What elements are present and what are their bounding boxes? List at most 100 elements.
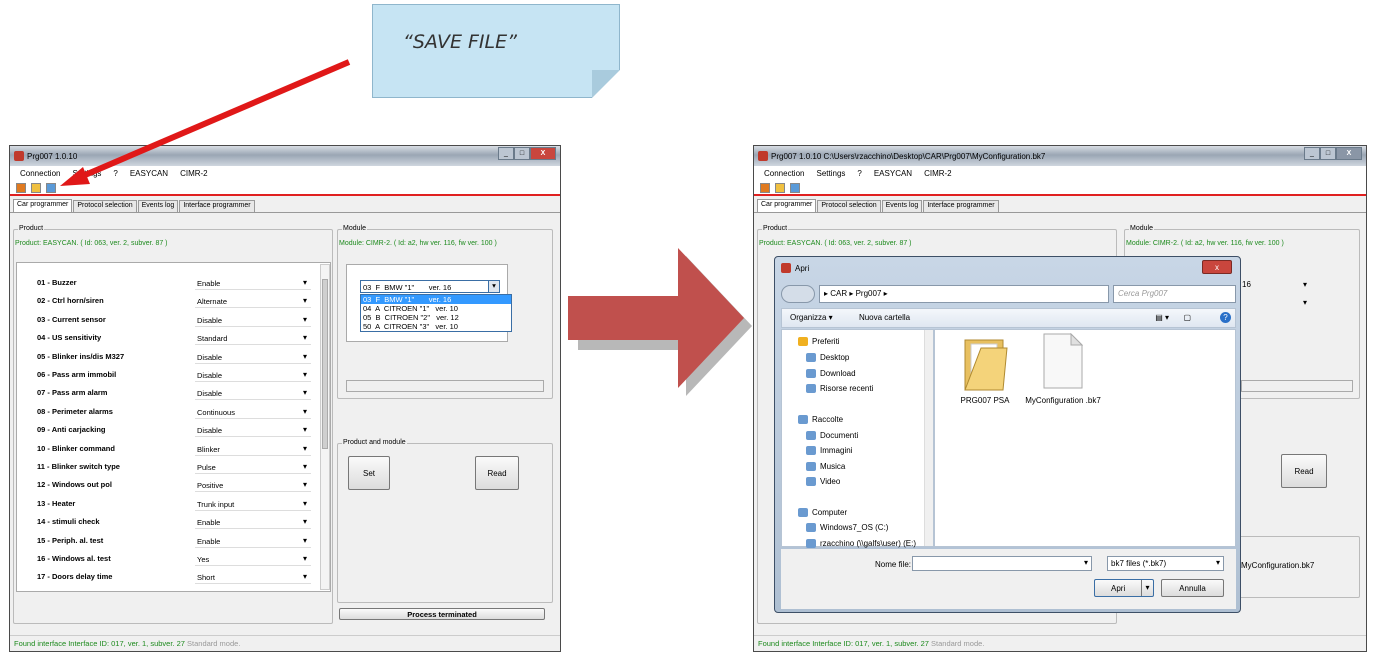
view-options-icon[interactable]: ▤ ▾	[1155, 313, 1169, 322]
nav-item-1[interactable]: Desktop	[806, 352, 936, 364]
file-item[interactable]: MyConfiguration .bk7	[1023, 330, 1103, 430]
param-select[interactable]: Short	[195, 571, 311, 585]
param-select[interactable]: Continuous	[195, 405, 311, 419]
vehicle-dropdown-icon[interactable]: ▾	[1303, 280, 1307, 289]
close-icon[interactable]: X	[530, 147, 556, 160]
save-file-icon[interactable]	[790, 182, 800, 193]
new-folder-button[interactable]: Nuova cartella	[859, 313, 910, 322]
menu-item[interactable]: Settings	[816, 169, 845, 178]
params-list: 01 - Buzzer Enable 02 - Ctrl horn/siren Alt…	[16, 262, 331, 592]
back-forward-icon[interactable]	[781, 285, 815, 303]
param-select[interactable]: Pulse	[195, 461, 311, 474]
nav-item-5[interactable]: Documenti	[806, 430, 936, 442]
open-file-icon[interactable]	[775, 182, 785, 193]
menu-item[interactable]: ?	[113, 169, 117, 178]
path-breadcrumb[interactable]: ▸ CAR ▸ Prg007 ▸	[819, 285, 1109, 303]
params-scrollbar[interactable]	[320, 264, 330, 590]
set-button[interactable]: Set	[348, 456, 390, 490]
param-select[interactable]: Disable	[195, 369, 311, 382]
minimize-icon[interactable]: _	[498, 147, 514, 160]
menu-item[interactable]: Connection	[20, 169, 60, 178]
dialog-app-icon	[781, 263, 791, 273]
param-row: 01 - Buzzer Enable	[17, 275, 317, 291]
vehicle-option[interactable]: 05 B CITROEN "2" ver. 12	[361, 313, 511, 322]
maximize-icon[interactable]: □	[514, 147, 530, 160]
callout-fold	[592, 70, 620, 98]
param-select[interactable]: Enable	[195, 516, 311, 530]
open-button[interactable]: Apri ▾	[1094, 579, 1154, 597]
save-file-icon[interactable]	[46, 182, 56, 193]
connect-icon[interactable]	[16, 182, 26, 193]
connect-icon[interactable]	[760, 182, 770, 193]
param-select[interactable]: Disable	[195, 387, 311, 401]
nav-item-8[interactable]: Video	[806, 476, 936, 488]
vehicle-dropdown-icon[interactable]: ▾	[488, 281, 499, 292]
param-select[interactable]: Enable	[195, 534, 311, 548]
param-select[interactable]: Positive	[195, 479, 311, 493]
menu-item[interactable]: EASYCAN	[130, 169, 168, 178]
param-select[interactable]: Disable	[195, 350, 311, 364]
vehicle-option[interactable]: 50 A CITROEN "3" ver. 10	[361, 322, 511, 331]
vehicle-select[interactable]: 03 F BMW "1" ver. 16 ▾	[360, 280, 500, 293]
tab-2[interactable]: Events log	[137, 200, 179, 212]
help-icon[interactable]: ?	[1220, 312, 1231, 323]
param-select[interactable]: Disable	[195, 424, 311, 438]
param-select[interactable]: Blinker	[195, 442, 311, 456]
close-icon[interactable]: x	[1202, 260, 1232, 274]
menu-item[interactable]: CIMR-2	[180, 169, 208, 178]
filename-input[interactable]	[912, 556, 1092, 571]
nav-item-9[interactable]: Computer	[798, 507, 928, 519]
nav-label: Immagini	[820, 446, 853, 455]
nav-item-2[interactable]: Download	[806, 368, 936, 380]
param-select[interactable]: Enable	[195, 277, 311, 290]
param-select[interactable]: Trunk input	[195, 497, 311, 511]
tab-0[interactable]: Car programmer	[13, 199, 73, 212]
param-select[interactable]: Yes	[195, 553, 311, 566]
nav-item-7[interactable]: Musica	[806, 461, 936, 473]
menu-item[interactable]: Connection	[764, 169, 804, 178]
close-icon[interactable]: X	[1336, 147, 1362, 160]
nav-item-6[interactable]: Immagini	[806, 445, 936, 457]
tab-1[interactable]: Protocol selection	[73, 200, 137, 212]
product-group-title: Product	[18, 225, 45, 232]
nav-item-4[interactable]: Raccolte	[798, 414, 928, 426]
tab-2[interactable]: Events log	[881, 200, 923, 212]
param-select[interactable]: Disable	[195, 313, 311, 327]
left-status-bar: Found interface Interface ID: 017, ver. …	[10, 635, 560, 651]
tab-3[interactable]: Interface programmer	[179, 200, 255, 212]
search-input[interactable]: Cerca Prg007	[1113, 285, 1236, 303]
param-select[interactable]: Standard	[195, 332, 311, 346]
left-module-group: Module Module: CIMR-2. ( Id: a2, hw ver.…	[337, 225, 553, 399]
folder-item[interactable]: PRG007 PSA	[945, 330, 1025, 410]
tab-1[interactable]: Protocol selection	[817, 200, 881, 212]
nav-item-0[interactable]: Preferiti	[798, 336, 928, 348]
nav-label: Musica	[820, 462, 846, 471]
filetype-select[interactable]: bk7 files (*.bk7)	[1107, 556, 1224, 571]
tab-0[interactable]: Car programmer	[757, 199, 817, 212]
nav-item-3[interactable]: Risorse recenti	[806, 383, 936, 395]
read-button[interactable]: Read	[475, 456, 519, 490]
nav-scrollbar[interactable]	[924, 330, 933, 546]
nav-item-10[interactable]: Windows7_OS (C:)	[806, 522, 936, 534]
organize-button[interactable]: Organizza ▾	[790, 313, 833, 322]
status-found: Found interface Interface ID: 017, ver. …	[758, 639, 929, 648]
second-dropdown-icon[interactable]: ▾	[1303, 298, 1307, 307]
menu-item[interactable]: Settings	[72, 169, 101, 178]
nav-label: Preferiti	[812, 337, 840, 346]
maximize-icon[interactable]: □	[1320, 147, 1336, 160]
minimize-icon[interactable]: _	[1304, 147, 1320, 160]
preview-pane-icon[interactable]: ▢	[1183, 313, 1191, 322]
menu-item[interactable]: EASYCAN	[874, 169, 912, 178]
vehicle-option[interactable]: 03 F BMW "1" ver. 16	[361, 295, 511, 304]
menu-item[interactable]: CIMR-2	[924, 169, 952, 178]
vehicle-option[interactable]: 04 A CITROEN "1" ver. 10	[361, 304, 511, 313]
tab-3[interactable]: Interface programmer	[923, 200, 999, 212]
menu-item[interactable]: ?	[857, 169, 861, 178]
open-dropdown-icon[interactable]: ▾	[1141, 580, 1153, 596]
read-button[interactable]: Read	[1281, 454, 1327, 488]
param-select[interactable]: Alternate	[195, 295, 311, 309]
cancel-button[interactable]: Annulla	[1161, 579, 1224, 597]
folder-name: PRG007 PSA	[960, 396, 1010, 405]
open-file-icon[interactable]	[31, 182, 41, 193]
module-progress-bar	[346, 380, 544, 392]
